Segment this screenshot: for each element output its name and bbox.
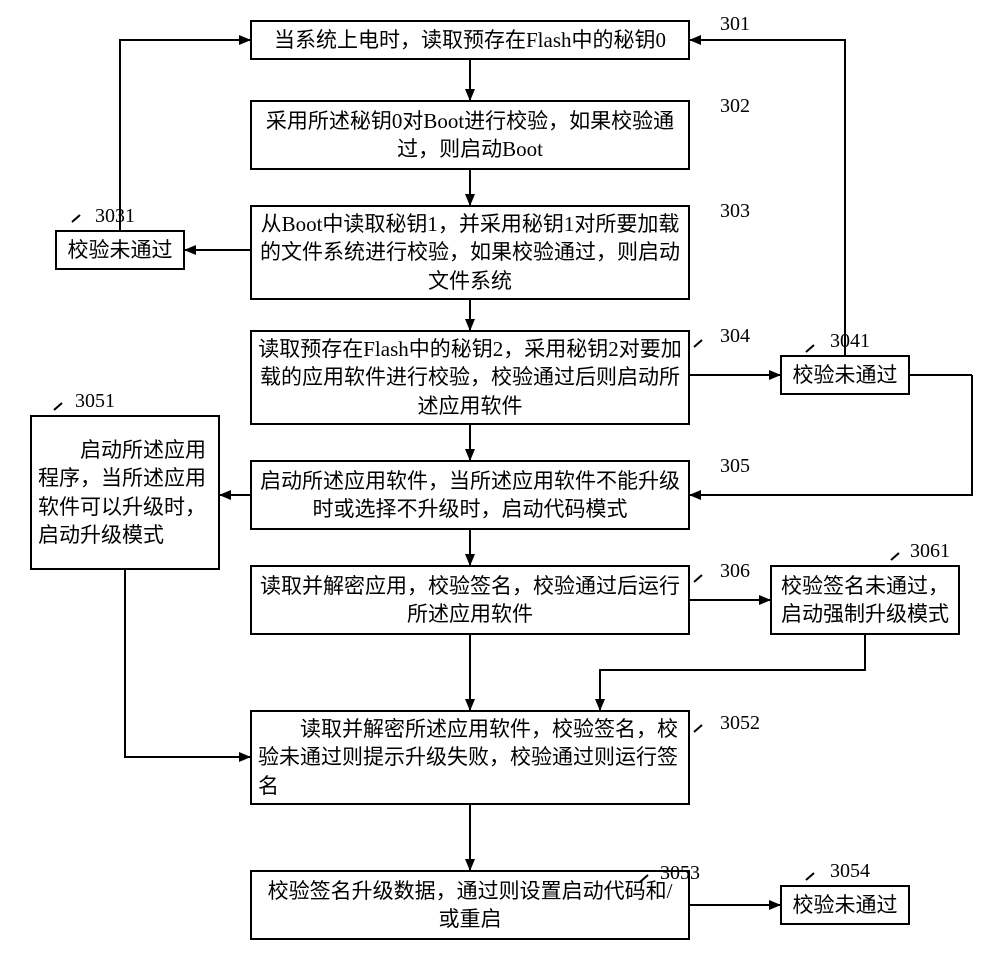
node-303-num: 303 (720, 200, 750, 223)
node-304-num: 304 (720, 325, 750, 348)
node-3052: 读取并解密所述应用软件，校验签名，校验未通过则提示升级失败，校验通过则运行签名 (250, 710, 690, 805)
node-305: 启动所述应用软件，当所述应用软件不能升级时或选择不升级时，启动代码模式 (250, 460, 690, 530)
node-301: 当系统上电时，读取预存在Flash中的秘钥0 (250, 20, 690, 60)
node-3052-num: 3052 (720, 712, 760, 735)
node-302: 采用所述秘钥0对Boot进行校验，如果校验通过，则启动Boot (250, 100, 690, 170)
node-3052-text: 读取并解密所述应用软件，校验签名，校验未通过则提示升级失败，校验通过则运行签名 (258, 715, 682, 800)
node-3051: 启动所述应用程序，当所述应用软件可以升级时，启动升级模式 (30, 415, 220, 570)
node-3054-text: 校验未通过 (793, 891, 898, 919)
node-302-num: 302 (720, 95, 750, 118)
node-305-num: 305 (720, 455, 750, 478)
node-3054: 校验未通过 (780, 885, 910, 925)
node-303: 从Boot中读取秘钥1，并采用秘钥1对所要加载的文件系统进行校验，如果校验通过，… (250, 205, 690, 300)
node-3031: 校验未通过 (55, 230, 185, 270)
node-3061-text: 校验签名未通过，启动强制升级模式 (778, 572, 952, 629)
node-3031-text: 校验未通过 (68, 236, 173, 264)
node-3053: 校验签名升级数据，通过则设置启动代码和/或重启 (250, 870, 690, 940)
node-305-text: 启动所述应用软件，当所述应用软件不能升级时或选择不升级时，启动代码模式 (258, 467, 682, 524)
node-304-text: 读取预存在Flash中的秘钥2，采用秘钥2对要加载的应用软件进行校验，校验通过后… (258, 335, 682, 420)
node-3041: 校验未通过 (780, 355, 910, 395)
node-3031-num: 3031 (95, 205, 135, 228)
node-3061: 校验签名未通过，启动强制升级模式 (770, 565, 960, 635)
node-302-text: 采用所述秘钥0对Boot进行校验，如果校验通过，则启动Boot (258, 107, 682, 164)
node-3041-text: 校验未通过 (793, 361, 898, 389)
node-306-num: 306 (720, 560, 750, 583)
node-3061-num: 3061 (910, 540, 950, 563)
node-3053-text: 校验签名升级数据，通过则设置启动代码和/或重启 (258, 877, 682, 934)
node-3051-text: 启动所述应用程序，当所述应用软件可以升级时，启动升级模式 (38, 436, 212, 549)
node-3051-num: 3051 (75, 390, 115, 413)
node-301-text: 当系统上电时，读取预存在Flash中的秘钥0 (274, 26, 666, 54)
node-306: 读取并解密应用，校验签名，校验通过后运行所述应用软件 (250, 565, 690, 635)
node-303-text: 从Boot中读取秘钥1，并采用秘钥1对所要加载的文件系统进行校验，如果校验通过，… (258, 210, 682, 295)
node-304: 读取预存在Flash中的秘钥2，采用秘钥2对要加载的应用软件进行校验，校验通过后… (250, 330, 690, 425)
node-306-text: 读取并解密应用，校验签名，校验通过后运行所述应用软件 (258, 572, 682, 629)
node-3041-num: 3041 (830, 330, 870, 353)
node-301-num: 301 (720, 13, 750, 36)
flowchart-canvas: 当系统上电时，读取预存在Flash中的秘钥0 301 采用所述秘钥0对Boot进… (0, 0, 1000, 962)
node-3054-num: 3054 (830, 860, 870, 883)
node-3053-num: 3053 (660, 862, 700, 885)
